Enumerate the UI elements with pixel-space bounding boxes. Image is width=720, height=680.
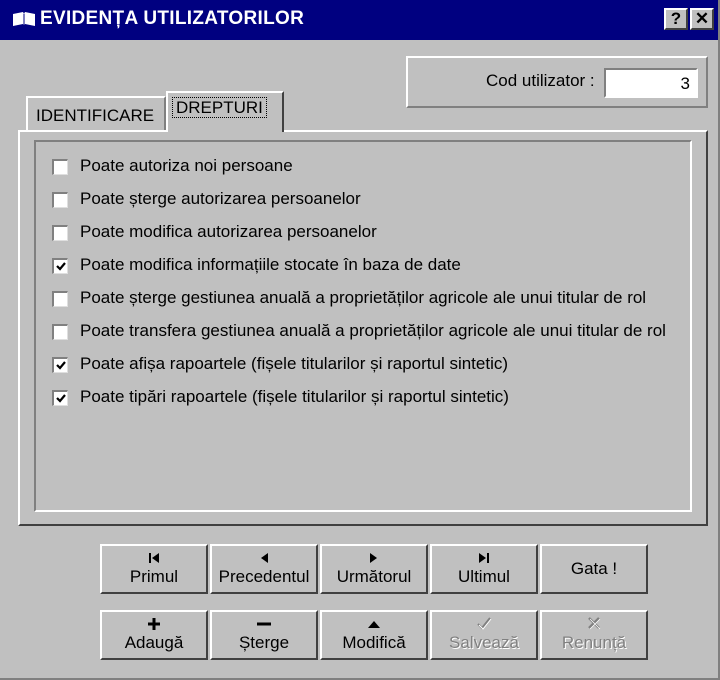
permission-checkbox[interactable] <box>52 258 68 274</box>
permission-label: Poate tipări rapoartele (fișele titulari… <box>80 387 509 406</box>
permission-label: Poate modifica autorizarea persoanelor <box>80 222 377 241</box>
permission-checkbox[interactable] <box>52 225 68 241</box>
action-button-3[interactable]: Salvează <box>430 610 538 660</box>
checkmark-icon <box>56 262 66 271</box>
action-button-1[interactable]: Șterge <box>210 610 318 660</box>
action-button-2[interactable]: Modifică <box>320 610 428 660</box>
permission-label: Poate modifica informațiile stocate în b… <box>80 255 461 274</box>
help-button[interactable]: ? <box>664 8 688 30</box>
cancel-icon <box>542 615 646 633</box>
nav-button-4[interactable]: Gata ! <box>540 544 648 594</box>
previous-record-icon <box>212 549 316 567</box>
permission-checkbox[interactable] <box>52 192 68 208</box>
permissions-group: Poate autoriza noi persoane Poate șterge … <box>34 140 692 512</box>
permission-label: Poate afișa rapoartele (fișele titularil… <box>80 354 509 373</box>
user-code-input[interactable]: 3 <box>604 68 698 98</box>
nav-button-2[interactable]: Următorul <box>320 544 428 594</box>
user-code-label: Cod utilizator : <box>486 71 595 90</box>
nav-button-label: Precedentul <box>218 567 310 586</box>
nav-button-label: Următorul <box>336 567 412 586</box>
book-icon <box>13 12 35 26</box>
last-record-icon <box>432 549 536 567</box>
nav-button-label: Primul <box>129 567 179 586</box>
nav-button-label: Gata ! <box>570 559 618 578</box>
checkmark-icon <box>56 361 66 370</box>
rights-panel: Poate autoriza noi persoane Poate șterge … <box>18 130 708 526</box>
action-button-4[interactable]: Renunță <box>540 610 648 660</box>
checkmark-icon <box>56 394 66 403</box>
tab-identificare[interactable]: IDENTIFICARE <box>26 96 166 130</box>
first-record-icon <box>102 549 206 567</box>
action-button-label: Renunță <box>561 633 627 652</box>
next-record-icon <box>322 549 426 567</box>
check-icon <box>432 615 536 633</box>
nav-button-0[interactable]: Primul <box>100 544 208 594</box>
tab-drepturi[interactable]: DREPTURI <box>166 91 284 132</box>
triangle-up-icon <box>322 615 426 633</box>
nav-button-1[interactable]: Precedentul <box>210 544 318 594</box>
permission-checkbox[interactable] <box>52 324 68 340</box>
action-button-0[interactable]: Adaugă <box>100 610 208 660</box>
permission-checkbox[interactable] <box>52 291 68 307</box>
window-title: EVIDENȚA UTILIZATORILOR <box>40 8 305 29</box>
user-records-window: EVIDENȚA UTILIZATORILOR ? ✕ Cod utilizat… <box>0 0 720 680</box>
permission-label: Poate transfera gestiunea anuală a propr… <box>80 321 666 340</box>
plus-icon <box>102 615 206 633</box>
nav-button-label: Ultimul <box>458 567 510 586</box>
action-button-label: Adaugă <box>124 633 184 652</box>
tab-drepturi-label: DREPTURI <box>172 97 267 118</box>
permission-checkbox[interactable] <box>52 390 68 406</box>
permission-label: Poate autoriza noi persoane <box>80 156 293 175</box>
nav-button-3[interactable]: Ultimul <box>430 544 538 594</box>
title-bar: EVIDENȚA UTILIZATORILOR ? ✕ <box>0 0 718 40</box>
close-button[interactable]: ✕ <box>690 8 714 30</box>
user-code-box: Cod utilizator : 3 <box>406 56 708 108</box>
action-button-label: Șterge <box>238 633 290 652</box>
permission-label: Poate șterge gestiunea anuală a propriet… <box>80 288 647 307</box>
minus-icon <box>212 615 316 633</box>
permission-checkbox[interactable] <box>52 159 68 175</box>
permission-checkbox[interactable] <box>52 357 68 373</box>
permission-label: Poate șterge autorizarea persoanelor <box>80 189 361 208</box>
action-button-label: Salvează <box>449 633 519 652</box>
action-button-label: Modifică <box>342 633 406 652</box>
